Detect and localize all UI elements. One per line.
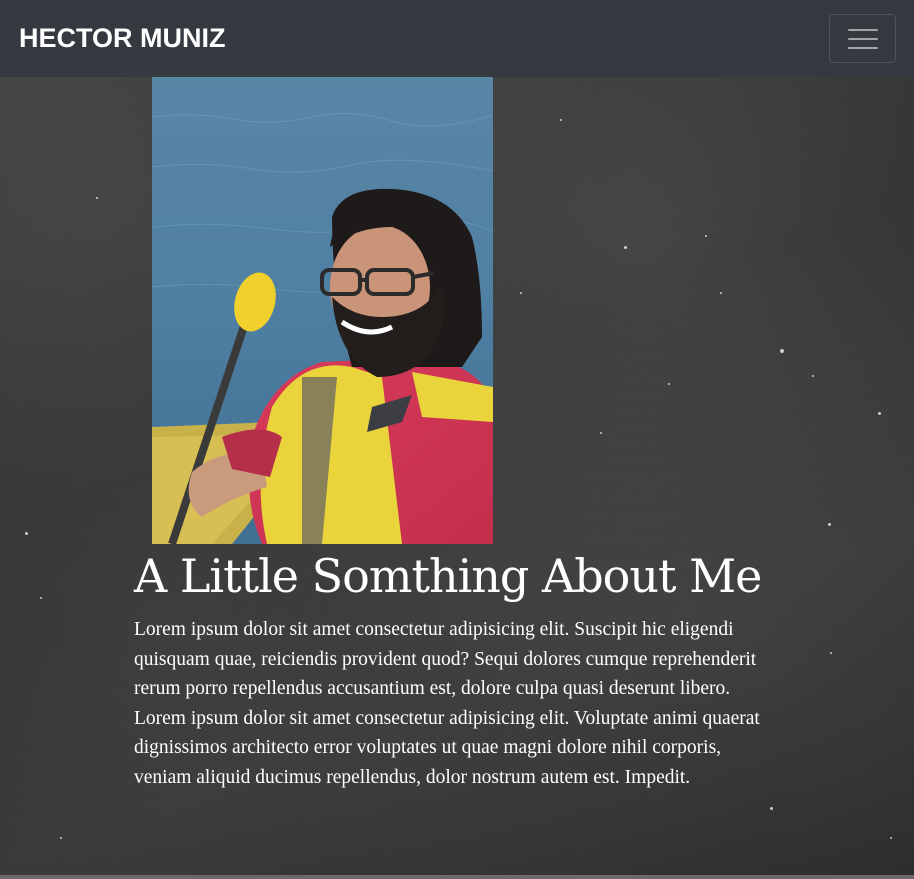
page-title: A Little Somthing About Me — [134, 549, 762, 603]
brand-link[interactable]: HECTOR MUNIZ — [19, 23, 226, 54]
about-paragraph: Lorem ipsum dolor sit amet consectetur a… — [134, 619, 760, 788]
footer-divider — [0, 875, 914, 879]
navbar-toggler-button[interactable] — [829, 14, 896, 63]
hamburger-menu-icon — [847, 28, 878, 31]
about-section: A Little Somthing About Me Lorem ipsum d… — [0, 77, 914, 875]
navbar: HECTOR MUNIZ — [0, 0, 914, 77]
profile-photo — [152, 77, 493, 544]
